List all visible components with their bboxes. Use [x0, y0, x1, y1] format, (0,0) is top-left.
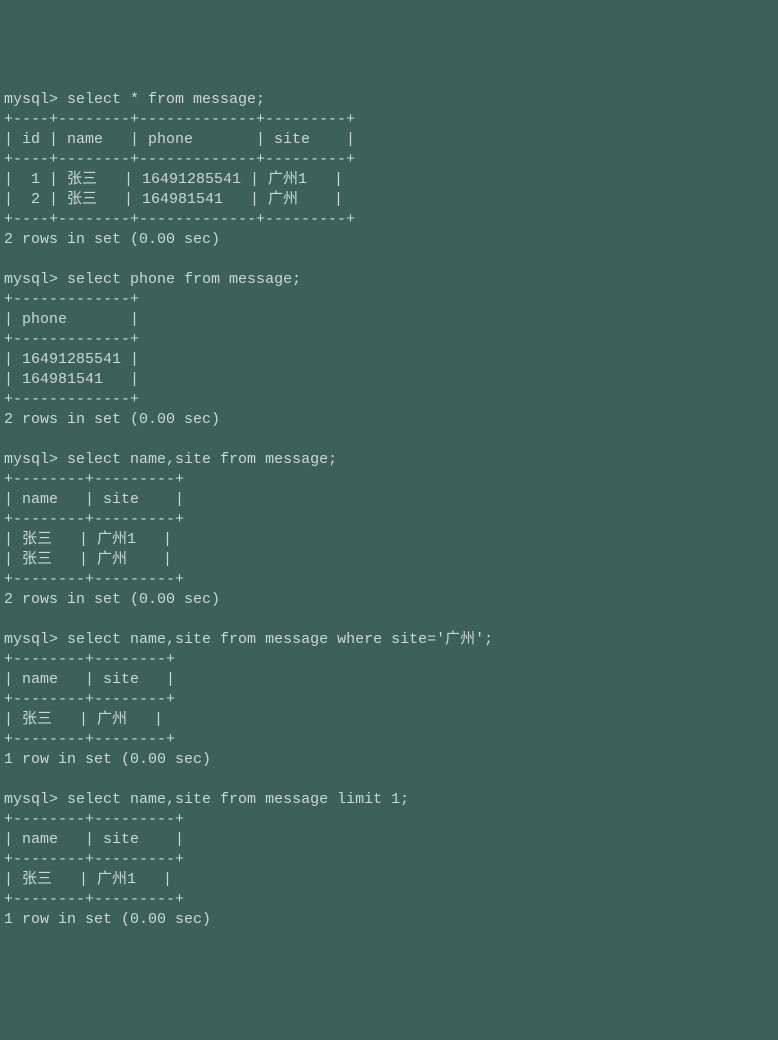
- table-border: +----+--------+-------------+---------+: [4, 210, 774, 230]
- terminal-output: mysql> select * from message;+----+-----…: [4, 90, 774, 930]
- table-border: +-------------+: [4, 290, 774, 310]
- sql-command: select name,site from message;: [67, 451, 337, 468]
- table-header: | phone |: [4, 310, 774, 330]
- table-border: +--------+---------+: [4, 850, 774, 870]
- table-header: | name | site |: [4, 830, 774, 850]
- sql-command: select name,site from message where site…: [67, 631, 493, 648]
- result-summary: 1 row in set (0.00 sec): [4, 910, 774, 930]
- table-row: | 张三 | 广州 |: [4, 550, 774, 570]
- table-row: | 16491285541 |: [4, 350, 774, 370]
- blank-line: [4, 430, 774, 450]
- table-row: | 张三 | 广州1 |: [4, 870, 774, 890]
- table-header: | id | name | phone | site |: [4, 130, 774, 150]
- table-row: | 张三 | 广州1 |: [4, 530, 774, 550]
- table-border: +--------+--------+: [4, 650, 774, 670]
- mysql-prompt: mysql>: [4, 91, 58, 108]
- sql-command: select phone from message;: [67, 271, 301, 288]
- table-border: +--------+---------+: [4, 810, 774, 830]
- query-line: mysql> select * from message;: [4, 90, 774, 110]
- table-row: | 164981541 |: [4, 370, 774, 390]
- table-row: | 2 | 张三 | 164981541 | 广州 |: [4, 190, 774, 210]
- sql-command: select name,site from message limit 1;: [67, 791, 409, 808]
- table-border: +--------+---------+: [4, 570, 774, 590]
- table-row: | 张三 | 广州 |: [4, 710, 774, 730]
- mysql-prompt: mysql>: [4, 791, 58, 808]
- mysql-prompt: mysql>: [4, 631, 58, 648]
- result-summary: 2 rows in set (0.00 sec): [4, 230, 774, 250]
- blank-line: [4, 610, 774, 630]
- table-border: +--------+--------+: [4, 730, 774, 750]
- mysql-prompt: mysql>: [4, 451, 58, 468]
- table-row: | 1 | 张三 | 16491285541 | 广州1 |: [4, 170, 774, 190]
- table-border: +--------+---------+: [4, 510, 774, 530]
- sql-command: select * from message;: [67, 91, 265, 108]
- mysql-prompt: mysql>: [4, 271, 58, 288]
- result-summary: 2 rows in set (0.00 sec): [4, 410, 774, 430]
- table-border: +--------+--------+: [4, 690, 774, 710]
- result-summary: 1 row in set (0.00 sec): [4, 750, 774, 770]
- blank-line: [4, 770, 774, 790]
- query-line: mysql> select name,site from message;: [4, 450, 774, 470]
- table-header: | name | site |: [4, 670, 774, 690]
- query-line: mysql> select name,site from message whe…: [4, 630, 774, 650]
- table-border: +--------+---------+: [4, 470, 774, 490]
- table-border: +----+--------+-------------+---------+: [4, 110, 774, 130]
- query-line: mysql> select phone from message;: [4, 270, 774, 290]
- query-line: mysql> select name,site from message lim…: [4, 790, 774, 810]
- table-border: +-------------+: [4, 390, 774, 410]
- blank-line: [4, 250, 774, 270]
- result-summary: 2 rows in set (0.00 sec): [4, 590, 774, 610]
- table-border: +--------+---------+: [4, 890, 774, 910]
- table-header: | name | site |: [4, 490, 774, 510]
- table-border: +-------------+: [4, 330, 774, 350]
- table-border: +----+--------+-------------+---------+: [4, 150, 774, 170]
